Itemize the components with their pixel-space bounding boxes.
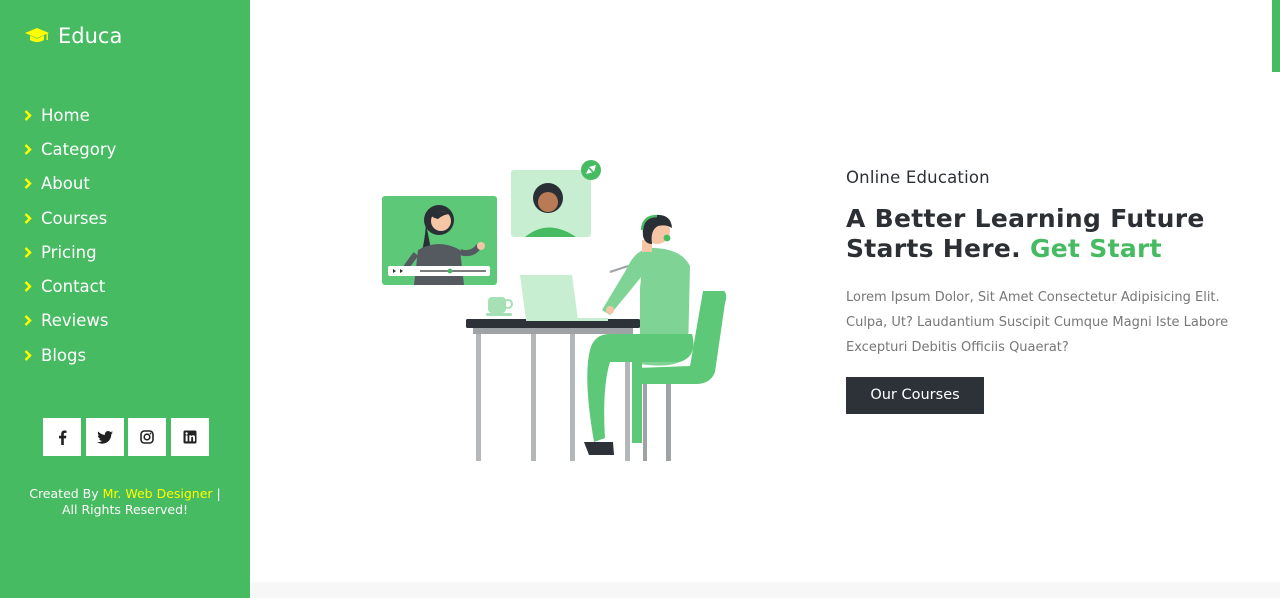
chevron-right-icon [24, 109, 32, 121]
chevron-right-icon [24, 212, 32, 224]
linkedin-icon [183, 430, 196, 444]
nav-item-about[interactable]: About [24, 167, 116, 201]
nav-item-contact[interactable]: Contact [24, 269, 116, 303]
nav-item-reviews[interactable]: Reviews [24, 304, 116, 338]
nav-item-label: Reviews [41, 311, 109, 331]
our-courses-button[interactable]: Our Courses [846, 377, 984, 414]
nav-item-label: Home [41, 105, 90, 125]
credit-prefix: Created By [29, 486, 99, 501]
author-link[interactable]: Mr. Web Designer [103, 486, 213, 501]
main-content: Online Education A Better Learning Futur… [250, 0, 1280, 598]
social-links [43, 418, 209, 456]
online-education-illustration [382, 160, 727, 461]
nav-item-label: Courses [41, 208, 108, 228]
nav-item-home[interactable]: Home [24, 98, 116, 132]
chevron-right-icon [24, 281, 32, 292]
nav-item-label: Blogs [41, 345, 87, 365]
facebook-link[interactable] [43, 418, 81, 456]
sidebar: Educa Home Category About Courses Pricin… [0, 0, 250, 598]
nav-item-blogs[interactable]: Blogs [24, 338, 116, 372]
twitter-icon [96, 430, 113, 444]
instagram-icon [140, 430, 154, 444]
brand-logo[interactable]: Educa [24, 24, 122, 48]
graduation-cap-icon [24, 27, 50, 45]
nav-item-label: Category [41, 139, 117, 159]
next-section-edge [250, 582, 1280, 598]
nav-item-category[interactable]: Category [24, 132, 116, 166]
twitter-link[interactable] [85, 418, 124, 456]
rights-text: All Rights Reserved! [61, 502, 189, 517]
linkedin-link[interactable] [170, 418, 209, 456]
nav-item-pricing[interactable]: Pricing [24, 235, 116, 269]
sidebar-nav: Home Category About Courses Pricing Cont… [24, 98, 116, 372]
chevron-right-icon [24, 144, 32, 155]
chevron-right-icon [24, 349, 32, 361]
nav-item-label: About [41, 174, 90, 194]
chevron-right-icon [24, 246, 32, 258]
scroll-indicator [1272, 0, 1280, 72]
chevron-right-icon [24, 178, 32, 190]
hero-subtitle: Online Education [846, 168, 990, 187]
headline-line-2: Starts Here. [846, 234, 1021, 263]
nav-item-label: Contact [41, 277, 106, 297]
instagram-link[interactable] [128, 418, 166, 456]
footer-credit: Created By Mr. Web Designer | All Rights… [0, 486, 250, 518]
hero-description: Lorem Ipsum Dolor, Sit Amet Consectetur … [846, 290, 1229, 355]
chevron-right-icon [24, 315, 32, 327]
nav-item-label: Pricing [41, 242, 97, 262]
hero-content: Online Education A Better Learning Futur… [846, 168, 1236, 414]
nav-item-courses[interactable]: Courses [24, 201, 116, 235]
headline-line-1: A Better Learning Future [846, 204, 1205, 233]
hero-headline: A Better Learning Future Starts Here. Ge… [846, 204, 1236, 264]
facebook-icon [58, 430, 66, 445]
credit-separator: | [216, 486, 221, 501]
headline-accent: Get Start [1029, 234, 1162, 263]
brand-name: Educa [58, 24, 123, 48]
